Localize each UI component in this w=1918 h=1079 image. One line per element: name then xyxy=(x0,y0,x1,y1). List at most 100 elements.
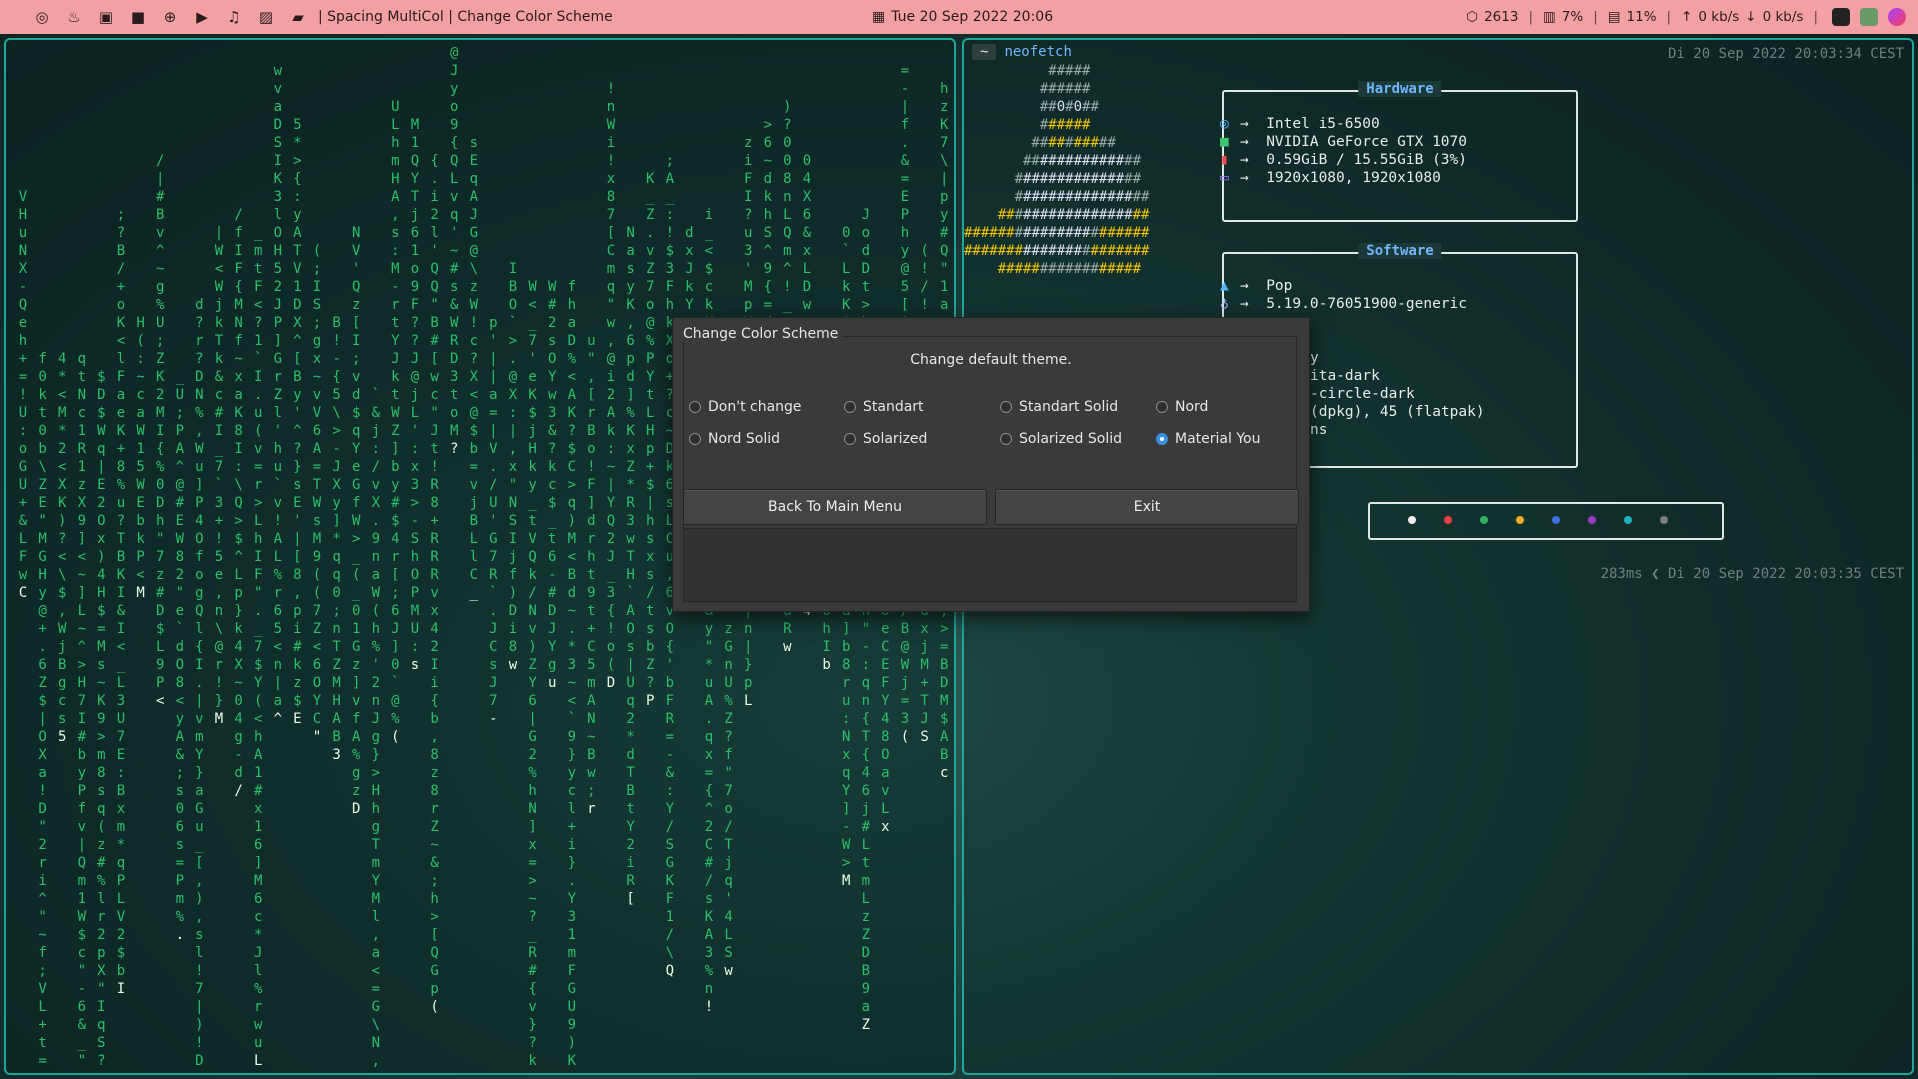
matrix-column: ` & j: / v X. 9 n a W(h% ' 2 n Jg} > Hh g Tm Y Ml, a < = G \ N, xyxy=(371,387,381,1069)
matrix-column: q t Nc 1 R 1 z X 9] < ~] L ~ ^ > H 7 I # b y Pf v | Qm 1 W $ c " -6 & _ " xyxy=(77,351,87,1069)
matrix-column: N V ' Qz[I; v d $ q Ye Gf W > _(_ 0 1 Gz] v f A% g z D xyxy=(351,225,361,817)
matrix-column: V Hu N X - Qe h + =! U: o G U + & L Fw C xyxy=(18,189,28,601)
music-icon[interactable]: ♫ xyxy=(218,6,250,28)
command-duration: 283ms ❮ Di 20 Sep 2022 20:03:35 CEST xyxy=(1600,566,1904,582)
matrix-column: W < _ 7 ' e K $ j Hk y _ t V Qk / Nv) Z Y 6 | G 2% h N] x = > ~? _ R #{… xyxy=(528,279,537,1069)
radio-solarized-solid[interactable]: Solarized Solid xyxy=(1000,431,1122,447)
youtube-icon[interactable]: ▶ xyxy=(186,6,218,28)
radio-solarized[interactable]: Solarized xyxy=(844,431,927,447)
distro-logo: ##### ###### ##0#0## ###### ########## #… xyxy=(964,63,1150,277)
matrix-column: w v a D S I K 3 l O H 5 2 J P] Gr Zl ' h u ` v! A L% r 6 5 < n | a ^ xyxy=(273,63,283,727)
software-line-7: ns xyxy=(1310,422,1328,438)
palette-dot xyxy=(1624,516,1632,524)
tray-avatar-icon[interactable] xyxy=(1888,8,1906,26)
display-icon: ▭ xyxy=(1220,170,1229,186)
video-icon[interactable]: ■ xyxy=(122,6,154,28)
shell-prompt: ~ neofetch xyxy=(972,44,1072,60)
matrix-column: p ' | | a = | V. / U ' G 7 R `. J Cs J 7- xyxy=(489,315,498,727)
launcher-icons: ◎ ♨ ▣ ■ ⊕ ▶ ♫ ▨ ▰ | Spacing MultiCol | C… xyxy=(0,6,613,28)
process-icon: ⬡ xyxy=(1466,9,1479,25)
radio-indicator xyxy=(1156,401,1168,413)
radio-indicator xyxy=(1156,433,1168,445)
matrix-column: / f I F{M Nf ~ x a K 8 I: \ Q > $ ^ Lp} k 4 X ~0 4 g - d / xyxy=(234,207,243,799)
gamepad-icon[interactable]: ⊕ xyxy=(154,6,186,28)
radio-indicator xyxy=(689,401,701,413)
matrix-column: {. i 2 l ' Q Q " B #[w c " Jt! R 8 + R R Rv x 4 2 Ii{b, 8 z 8 r Z ~ &… xyxy=(430,153,439,1015)
memory-icon: ▮ xyxy=(1220,152,1229,168)
net-up: 0 kb/s xyxy=(1698,9,1740,25)
cpu-usage: 7% xyxy=(1561,9,1584,25)
palette-dot xyxy=(1660,516,1668,524)
prompt-dir: ~ xyxy=(972,44,997,60)
disk-icon: ▤ xyxy=(1607,9,1621,25)
process-count: 2613 xyxy=(1484,9,1519,25)
dialog-empty-area xyxy=(683,528,1297,602)
software-os: ▲ → Pop xyxy=(1220,278,1293,294)
matrix-column: $ D $ Wq | E 2 Ox) 4 H $ = Ms ~ K 9 > m 8 s q(z #% l r 2 p X " Iq S? xyxy=(97,369,106,1069)
gpu-icon: ■ xyxy=(1220,134,1229,150)
radio-material-you[interactable]: Material You xyxy=(1156,431,1260,447)
software-line-5: -circle-dark xyxy=(1310,386,1415,402)
software-line-6: (dpkg), 45 (flatpak) xyxy=(1310,404,1485,420)
download-icon: ↓ xyxy=(1745,9,1757,25)
palette-dot xyxy=(1444,516,1452,524)
prompt-timestamp: Di 20 Sep 2022 20:03:34 CEST xyxy=(1667,46,1904,62)
radio-standart[interactable]: Standart xyxy=(844,399,924,415)
matrix-column: f h a D% < A K? $ C > q) M < Bd ~. * 3 ~ < ` 9} y c l + i}. Y 3 1 m F G… xyxy=(567,279,577,1069)
upload-icon: ↑ xyxy=(1681,9,1693,25)
software-title: Software xyxy=(1358,243,1442,259)
change-color-scheme-dialog: Change Color Scheme Change default theme… xyxy=(672,317,1310,612)
window-title: | Spacing MultiCol | Change Color Scheme xyxy=(318,9,613,25)
discord-icon[interactable]: ▣ xyxy=(90,6,122,28)
matrix-column: I B O ` >. @ X: |, x " N S Ij f) Di 8 w xyxy=(508,261,518,673)
radio-indicator xyxy=(844,433,856,445)
palette-dot xyxy=(1552,516,1560,524)
tray-app-icon[interactable] xyxy=(1832,8,1850,26)
radio-indicator xyxy=(1000,401,1012,413)
software-line-4: ita-dark xyxy=(1310,368,1380,384)
matrix-column: ! n Wi! x 8 7[Cm q " w, @ i 2 Ak: ~ | Y Q 2 J _ 3{! o(D xyxy=(606,81,616,691)
hardware-cpu: ◎ → Intel i5-6500 xyxy=(1220,116,1380,132)
software-kernel: ♁ → 5.19.0-76051900-generic xyxy=(1220,296,1467,312)
folder-icon[interactable]: ▰ xyxy=(282,6,314,28)
browser-icon[interactable]: ◎ xyxy=(26,6,58,28)
matrix-column: Na s y K, 6 p d]% Kx Z * R 3 w T H ` A Os | Uq 2 * d T Bt Y 2 i R[ xyxy=(626,225,635,907)
dialog-title: Change Color Scheme xyxy=(683,326,843,342)
software-line-3: y xyxy=(1310,350,1319,366)
hardware-display: ▭ → 1920x1080, 1920x1080 xyxy=(1220,170,1441,186)
os-icon: ▲ xyxy=(1220,278,1229,294)
matrix-column: H(: ~ c a W 1 5 W Eb k P < M xyxy=(136,315,145,601)
exit-button[interactable]: Exit xyxy=(995,489,1299,525)
tray-network-icon[interactable] xyxy=(1860,8,1878,26)
hardware-title: Hardware xyxy=(1358,81,1442,97)
matrix-column: (; I S; g x ~ v V 6 A = T Ws M 9((7 Z <6 O Y C " xyxy=(312,243,322,745)
matrix-column: _ m t F <? 1 ` I. u(v = r > Lh I F ". _ 7 $ Y(< h A 1 # x 1 6] M 6 c *… xyxy=(253,225,263,1069)
matrix-column: u ",[r Bo! F] d r h t 9 t + C 5 m A N ~ Bw; r xyxy=(587,333,596,817)
color-palette-box xyxy=(1368,502,1724,540)
back-to-main-menu-button[interactable]: Back To Main Menu xyxy=(683,489,987,525)
hardware-gpu: ■ → NVIDIA GeForce GTX 1070 xyxy=(1220,134,1467,150)
flame-icon[interactable]: ♨ xyxy=(58,6,90,28)
radio-nord[interactable]: Nord xyxy=(1156,399,1208,415)
cpu-icon: ◎ xyxy=(1220,116,1229,132)
radio-standart-solid[interactable]: Standart Solid xyxy=(1000,399,1118,415)
image-icon[interactable]: ▨ xyxy=(250,6,282,28)
matrix-column: | W < Wj k Tk & c # I _ 7 ` 3 +! 5 e, n \ @ r!} M xyxy=(214,225,224,727)
system-stats: ⬡ 2613 | ▥ 7% | ▤ 11% | ↑ 0 kb/s ↓ 0 kb/… xyxy=(1466,0,1906,34)
matrix-column: K _ Z. v Z 7 o @% P Yt L Hp + $ | h s x s / t s b Z? P xyxy=(645,171,655,709)
palette-dot xyxy=(1516,516,1524,524)
matrix-column: _ U; P A ^ @ # E W 8 2 " e ` d O 8 < y A &; s 0 6 s = Pm%. xyxy=(175,369,185,943)
matrix-column: W #2 s O Yw 3 &? k c $ _ t 6- # D J Yg u xyxy=(547,279,557,691)
prompt-command: neofetch xyxy=(1004,44,1072,60)
palette-dot xyxy=(1588,516,1596,524)
top-panel: ◎ ♨ ▣ ■ ⊕ ▶ ♫ ▨ ▰ | Spacing MultiCol | C… xyxy=(0,0,1918,34)
matrix-column: d? r? D N%, Wu] P 4 Of o g Ql{I. | v m Y} a Gu _[,), s l! 7 |… xyxy=(195,297,204,1069)
radio-dont-change[interactable]: Don't change xyxy=(689,399,802,415)
matrix-column: s Eq A J G @ \ z W! c? X < @ $ b = v j B Ll C _ xyxy=(469,135,479,601)
radio-nord-solid[interactable]: Nord Solid xyxy=(689,431,780,447)
clock-text: Tue 20 Sep 2022 20:06 xyxy=(891,9,1054,25)
matrix-column: 5 * >{: y A T V 1 D X ^[By ' ^?} s E ' |[8, p i # k z $ E xyxy=(293,117,302,727)
disk-usage: 11% xyxy=(1626,9,1657,25)
clock[interactable]: ▦ Tue 20 Sep 2022 20:06 xyxy=(872,0,1053,34)
palette-dot xyxy=(1408,516,1416,524)
